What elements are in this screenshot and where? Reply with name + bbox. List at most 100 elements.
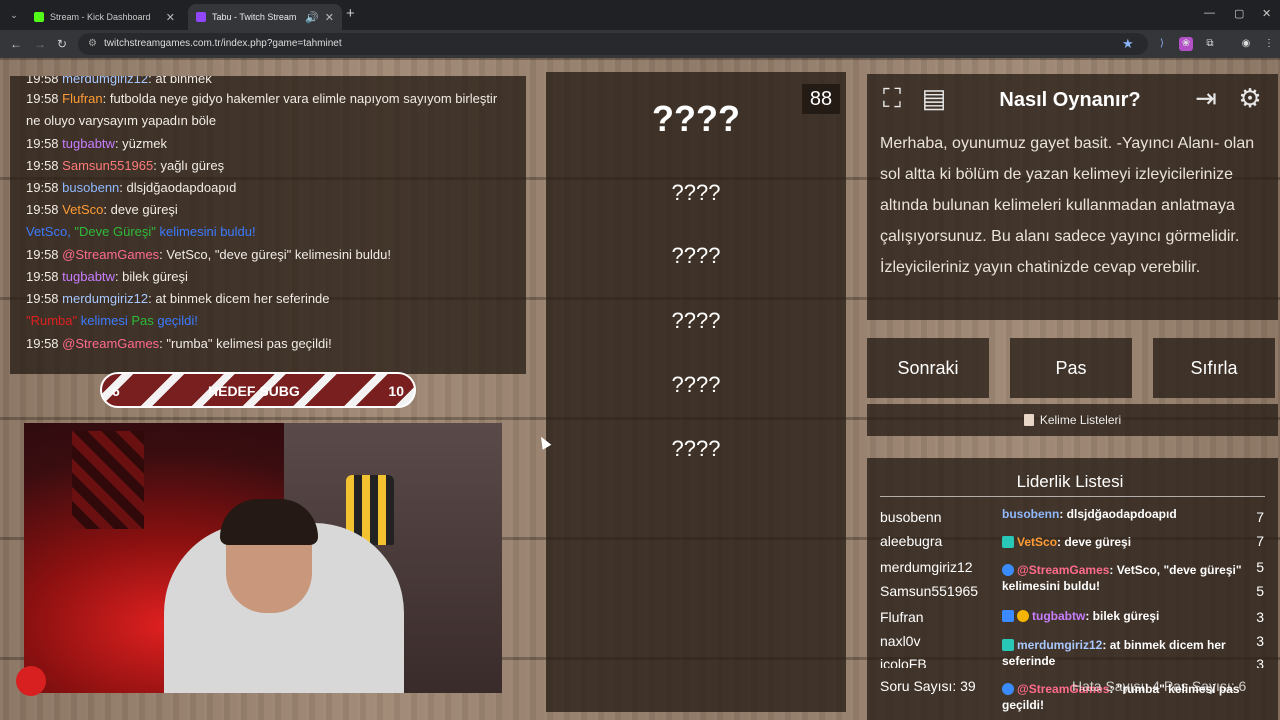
bookmark-star-icon[interactable]: ★ [1122, 36, 1134, 52]
chat-username: @StreamGames [62, 247, 160, 262]
chat-username: @StreamGames [62, 336, 160, 351]
extension-icon[interactable]: ❀ [1179, 37, 1193, 51]
stream-chat-panel: 19:58 merdumgiriz12: at binmek 19:58 Flu… [10, 76, 526, 374]
goal-target: 10 [388, 383, 404, 399]
maximize-icon[interactable]: ▢ [1234, 7, 1244, 20]
badge-icon [1002, 610, 1014, 622]
bot-icon [1002, 683, 1014, 695]
tab-label: Tabu - Twitch Stream Game [212, 12, 299, 22]
chat-username: tugbabtw [62, 136, 115, 151]
system-message-found: VetSco, "Deve Güreşi" kelimesini buldu! [26, 224, 256, 239]
how-to-play-text: Merhaba, oyunumuz gayet basit. -Yayıncı … [880, 135, 1255, 276]
chat-username: busobenn [62, 180, 120, 195]
gear-icon[interactable]: ⚙ [1234, 82, 1266, 114]
close-icon[interactable]: ✕ [166, 11, 175, 24]
chat-message: 19:58 Flufran: futbolda neye gidyo hakem… [26, 91, 498, 128]
leaderboard-name: Flufran [880, 609, 924, 625]
reload-icon[interactable]: ↻ [57, 37, 67, 51]
bot-icon [1002, 564, 1014, 576]
game-page: 19:58 merdumgiriz12: at binmek 19:58 Flu… [0, 58, 1280, 720]
tab-strip: ⌄ Stream - Kick Dashboard ✕ Tabu - Twitc… [0, 0, 1280, 30]
close-icon[interactable]: ✕ [325, 11, 334, 24]
leaderboard-name: aleebugra [880, 533, 943, 549]
word-lists-button[interactable]: Kelime Listeleri [867, 404, 1278, 436]
chat-username: VetSco [62, 202, 104, 217]
chat-username: merdumgiriz12 [62, 291, 149, 306]
new-tab-button[interactable]: + [346, 5, 355, 22]
overlay-chat-message: VetSco: deve güreşi [1002, 534, 1260, 550]
goal-current: 6 [112, 383, 120, 399]
extensions-puzzle-icon[interactable]: ⧉ [1203, 37, 1217, 51]
chat-username: Samsun551965 [62, 158, 154, 173]
notebook-icon [1023, 414, 1034, 426]
goal-label: HEDEF SUBG [208, 383, 300, 399]
taboo-word: ???? [671, 308, 721, 333]
leaderboard-score: 3 [1256, 656, 1264, 668]
url-field[interactable]: ⚙ twitchstreamgames.com.tr/index.php?gam… [78, 33, 1148, 55]
system-message-pass: "Rumba" kelimesi Pas geçildi! [26, 313, 198, 328]
taboo-word: ???? [671, 436, 721, 461]
chat-message: 19:58 busobenn: dlsjdğaodapdoapıd [26, 180, 237, 195]
divider [880, 496, 1265, 497]
question-count: Soru Sayısı: 39 [880, 678, 976, 694]
site-info-icon[interactable]: ⚙ [88, 33, 97, 55]
chat-username: tugbabtw [62, 269, 115, 284]
back-icon[interactable]: ← [10, 37, 22, 51]
chat-message: 19:58 merdumgiriz12: at binmek dicem her… [26, 291, 330, 306]
chat-message: 19:58 @StreamGames: "rumba" kelimesi pas… [26, 336, 332, 351]
twitch-favicon-icon [196, 12, 206, 22]
chat-message: 19:58 tugbabtw: bilek güreşi [26, 269, 188, 284]
kick-favicon-icon [34, 12, 44, 22]
document-icon[interactable]: ▤ [918, 82, 950, 114]
chat-username: merdumgiriz12 [62, 76, 149, 86]
url-text: twitchstreamgames.com.tr/index.php?game=… [104, 38, 342, 49]
exit-icon[interactable]: ⇥ [1190, 82, 1222, 114]
overlay-chat-message: busobenn: dlsjdğaodapdoapıd [1002, 507, 1177, 521]
tab-label: Stream - Kick Dashboard [50, 12, 151, 22]
error-pass-count: Hata Sayısı: 4 Pas Sayısı: 6 [1072, 678, 1247, 694]
tab-kick-dashboard[interactable]: Stream - Kick Dashboard ✕ [26, 4, 183, 30]
word-lists-label: Kelime Listeleri [1039, 413, 1122, 427]
leaderboard-name: icoloFB [880, 656, 927, 668]
overlay-chat-message: tugbabtw: bilek güreşi [1002, 608, 1260, 624]
badge-icon [1002, 639, 1014, 651]
profile-icon[interactable]: ◉ [1239, 37, 1253, 51]
overlay-chat-message: merdumgiriz12: at binmek dicem her sefer… [1002, 638, 1226, 668]
tab-tabu-game[interactable]: Tabu - Twitch Stream Game 🔊 ✕ [188, 4, 342, 30]
leaderboard-score: 3 [1256, 633, 1264, 649]
next-button[interactable]: Sonraki [867, 338, 989, 398]
forward-icon[interactable]: → [34, 37, 46, 51]
webcam-feed [24, 423, 502, 693]
leaderboard-score: 5 [1256, 559, 1264, 575]
chat-username: Flufran [62, 91, 103, 106]
close-window-icon[interactable]: ✕ [1262, 7, 1271, 20]
taboo-word: ???? [671, 243, 721, 268]
wall-poster [72, 431, 144, 529]
chat-message: 19:58 @StreamGames: VetSco, "deve güreşi… [26, 247, 391, 262]
live-indicator-icon [16, 666, 46, 696]
overlay-chat-message: @StreamGames: VetSco, "deve güreşi" keli… [1002, 563, 1242, 593]
sub-goal-bar: 6 HEDEF SUBG 10 [100, 372, 416, 408]
address-bar: ← → ↻ ⚙ twitchstreamgames.com.tr/index.p… [0, 30, 1280, 58]
fullscreen-icon[interactable]: ⛶ [876, 82, 908, 114]
how-to-play-title: Nasıl Oynanır? [999, 89, 1141, 111]
chat-message: 19:58 tugbabtw: yüzmek [26, 136, 167, 151]
minimize-icon[interactable]: — [1204, 7, 1215, 19]
reset-button[interactable]: Sıfırla [1153, 338, 1275, 398]
leaderboard-title: Liderlik Listesi [1016, 472, 1124, 491]
target-word: ???? [652, 98, 740, 139]
badge-icon [1002, 536, 1014, 548]
menu-icon[interactable]: ⋮ [1262, 37, 1276, 51]
speaker-icon[interactable]: 🔊 [305, 11, 319, 24]
chat-message: 19:58 VetSco: deve güreşi [26, 202, 178, 217]
chat-message: 19:58 Samsun551965: yağlı güreş [26, 158, 225, 173]
chat-message: 19:58 merdumgiriz12: at binmek [26, 76, 212, 88]
taboo-word: ???? [671, 180, 721, 205]
pass-button[interactable]: Pas [1010, 338, 1132, 398]
extension-icon[interactable]: ⟩ [1155, 37, 1169, 51]
leaderboard-name: Samsun551965 [880, 583, 979, 599]
taboo-word: ???? [671, 372, 721, 397]
tab-search-icon[interactable]: ⌄ [6, 7, 22, 23]
leaderboard-name: busobenn [880, 509, 942, 525]
leaderboard-name: naxl0v [880, 633, 921, 649]
